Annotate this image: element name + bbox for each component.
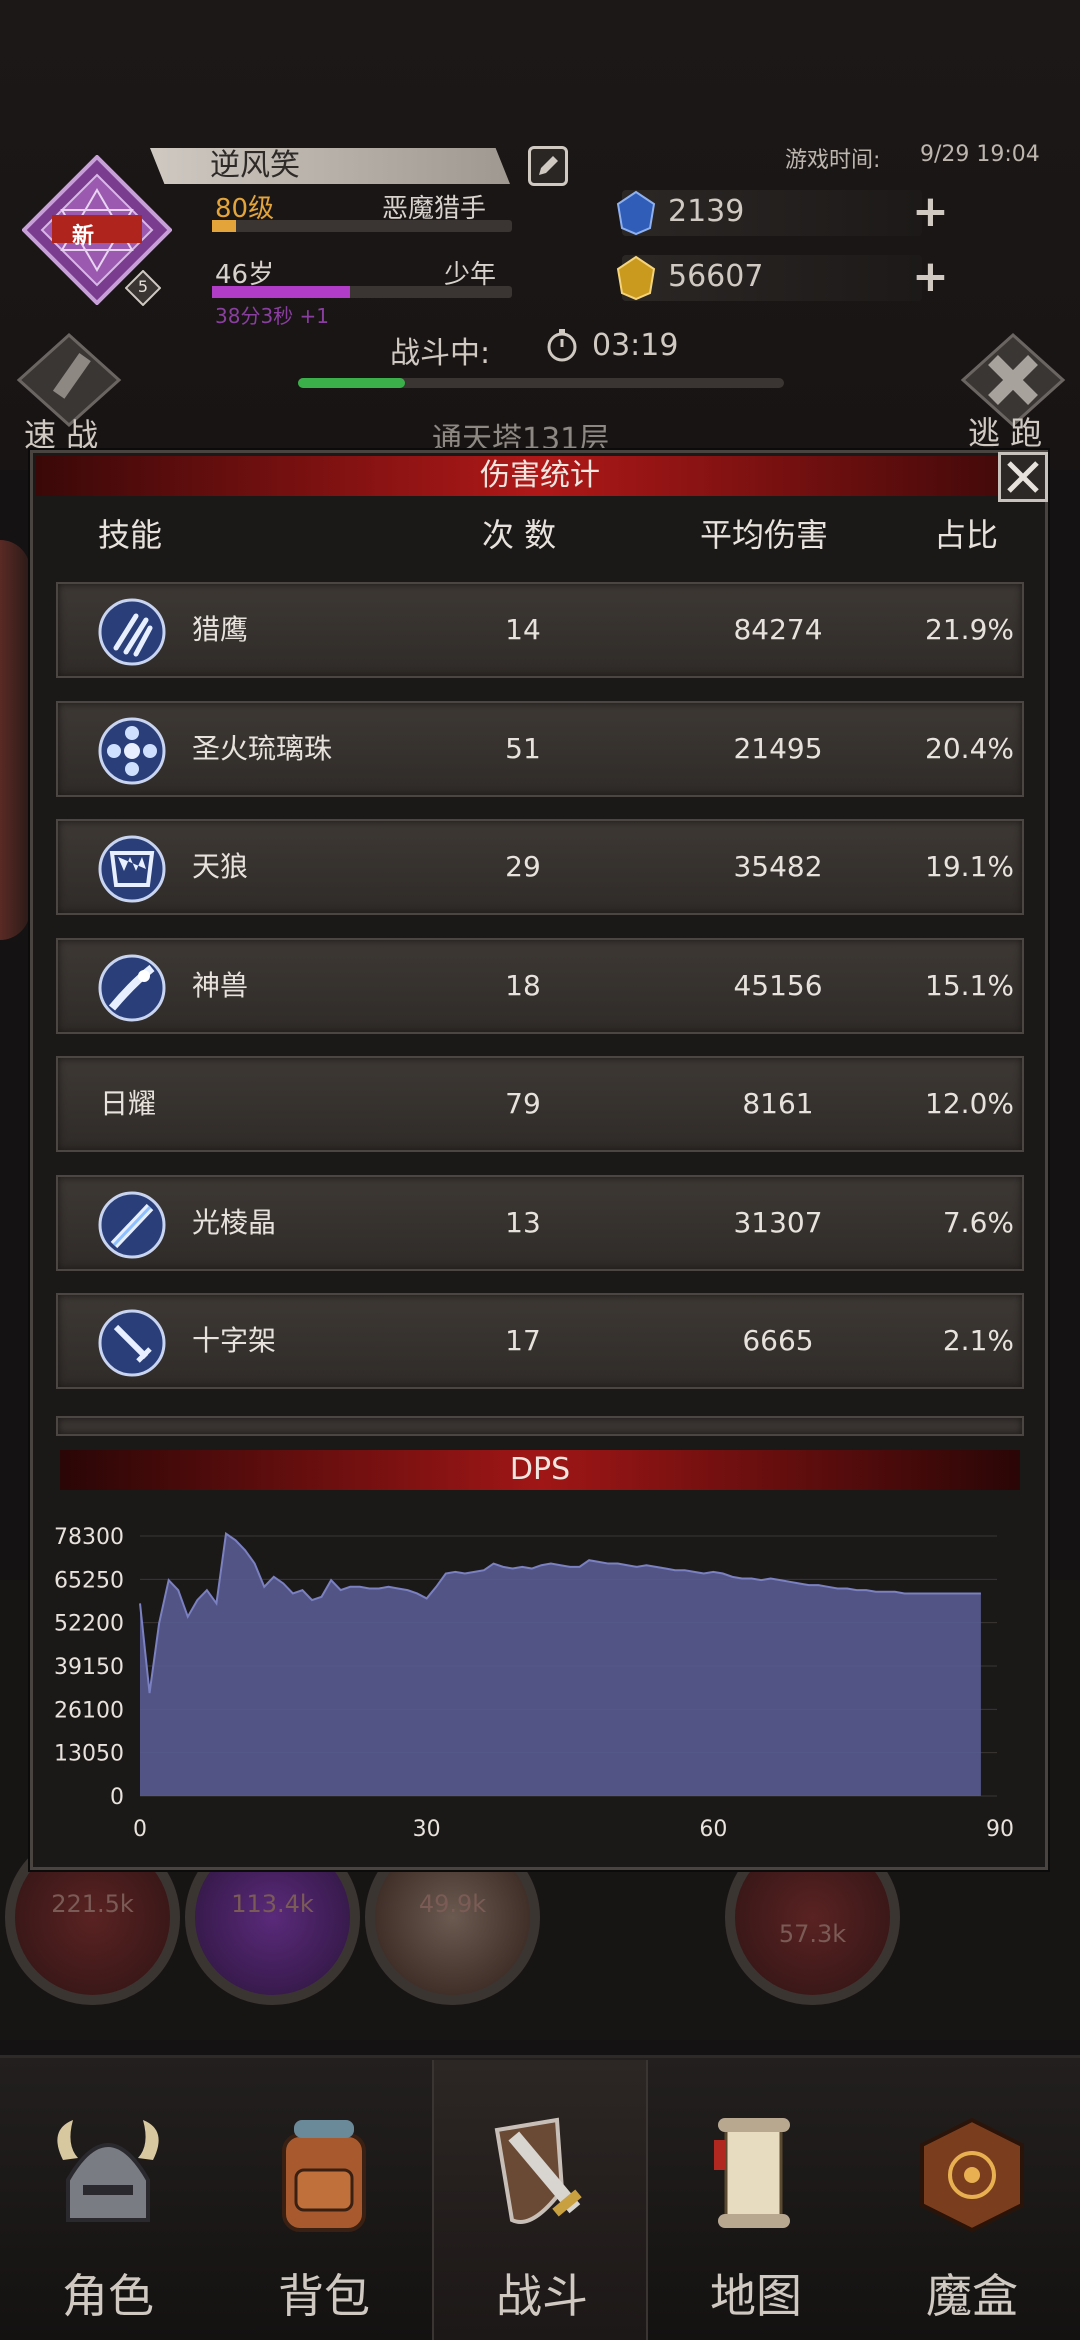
backpack-icon bbox=[282, 2120, 366, 2232]
y-tick-label: 78300 bbox=[54, 1525, 124, 1550]
y-tick-label: 26100 bbox=[54, 1698, 124, 1723]
bubble-value: 113.4k bbox=[231, 1890, 314, 1918]
skill-avg-damage: 35482 bbox=[733, 850, 823, 883]
bubble-value: 49.9k bbox=[418, 1890, 487, 1918]
y-tick-label: 52200 bbox=[54, 1612, 124, 1637]
skill-name: 猎鹰 bbox=[192, 613, 249, 646]
skill-avg-damage: 84274 bbox=[733, 613, 823, 646]
scroll-map-icon bbox=[714, 2118, 790, 2228]
skill-avg-damage: 8161 bbox=[742, 1087, 814, 1120]
y-tick-label: 13050 bbox=[54, 1742, 124, 1767]
y-tick-label: 65250 bbox=[54, 1568, 124, 1593]
skill-count: 18 bbox=[505, 968, 541, 1002]
beast-wave-icon bbox=[98, 954, 166, 1021]
nav-label: 地图 bbox=[710, 2269, 802, 2323]
x-tick-label: 0 bbox=[133, 1817, 147, 1842]
table-row[interactable]: 光棱晶 13 31307 7.6% bbox=[56, 1174, 1024, 1271]
dps-title: DPS bbox=[509, 1452, 571, 1487]
skill-count: 29 bbox=[505, 850, 541, 883]
skill-percent: 12.0% bbox=[925, 1087, 1014, 1120]
skill-percent: 15.1% bbox=[925, 968, 1014, 1002]
x-tick-label: 30 bbox=[413, 1817, 441, 1842]
helmet-icon bbox=[57, 2120, 159, 2222]
x-tick-label: 90 bbox=[986, 1817, 1014, 1842]
skill-percent: 20.4% bbox=[925, 731, 1014, 765]
table-row[interactable]: 十字架 17 6665 2.1% bbox=[56, 1293, 1024, 1389]
bubble-value: 57.3k bbox=[778, 1920, 847, 1948]
table-row[interactable]: 天狼 29 35482 19.1% bbox=[56, 819, 1024, 915]
skill-percent: 2.1% bbox=[942, 1324, 1014, 1357]
nav-map[interactable]: 地图 bbox=[648, 2060, 864, 2340]
skill-name: 圣火琉璃珠 bbox=[192, 731, 333, 765]
nav-label: 背包 bbox=[278, 2269, 370, 2323]
skill-count: 14 bbox=[505, 613, 541, 646]
y-tick-label: 0 bbox=[110, 1785, 124, 1810]
table-row[interactable]: 圣火琉璃珠 51 21495 20.4% bbox=[56, 700, 1024, 797]
nav-label: 魔盒 bbox=[926, 2269, 1018, 2323]
nav-label: 战斗 bbox=[496, 2269, 588, 2323]
nav-bag[interactable]: 背包 bbox=[216, 2060, 432, 2340]
skill-avg-damage: 6665 bbox=[742, 1324, 814, 1357]
sword-shield-icon bbox=[494, 2117, 582, 2224]
skill-table[interactable]: 猎鹰 14 84274 21.9% 圣火琉璃珠 51 21495 20.4% 天狼 29 35482… bbox=[0, 0, 1080, 1440]
table-row[interactable]: 猎鹰 14 84274 21.9% bbox=[56, 582, 1024, 678]
skill-count: 13 bbox=[505, 1205, 541, 1239]
table-row[interactable]: 神兽 18 45156 15.1% bbox=[56, 937, 1024, 1034]
magic-box-icon bbox=[920, 2117, 1024, 2233]
skill-name: 光棱晶 bbox=[192, 1205, 277, 1239]
nav-battle[interactable]: 战斗 bbox=[432, 2060, 648, 2340]
dps-area bbox=[140, 1533, 981, 1796]
skill-name: 神兽 bbox=[192, 968, 249, 1002]
skill-percent: 7.6% bbox=[942, 1205, 1014, 1239]
nav-role[interactable]: 角色 bbox=[0, 2060, 216, 2340]
skill-avg-damage: 31307 bbox=[733, 1205, 823, 1239]
skill-name: 天狼 bbox=[192, 850, 249, 883]
nav-magic-box[interactable]: 魔盒 bbox=[864, 2060, 1080, 2340]
x-tick-label: 60 bbox=[699, 1817, 727, 1842]
table-row-partial bbox=[56, 1416, 1024, 1436]
y-tick-label: 39150 bbox=[54, 1655, 124, 1680]
orb-burst-icon bbox=[98, 717, 166, 784]
skill-percent: 21.9% bbox=[925, 613, 1014, 646]
sword-cross-icon bbox=[98, 1309, 166, 1377]
dps-chart: 0 13050 26100 39150 52200 65250 78300 0 30 60 90 bbox=[54, 1525, 1014, 1842]
skill-percent: 19.1% bbox=[925, 850, 1014, 883]
skill-count: 79 bbox=[505, 1087, 541, 1120]
skill-count: 51 bbox=[505, 731, 541, 765]
table-row[interactable]: 日耀 79 8161 12.0% bbox=[56, 1056, 1024, 1152]
skill-count: 17 bbox=[505, 1324, 541, 1357]
skill-name: 十字架 bbox=[192, 1324, 277, 1357]
claw-strike-icon bbox=[98, 598, 166, 666]
bubble-value: 221.5k bbox=[51, 1890, 134, 1918]
skill-name: 日耀 bbox=[100, 1087, 157, 1120]
nav-label: 角色 bbox=[62, 2269, 154, 2323]
wolf-fang-icon bbox=[98, 835, 166, 903]
skill-avg-damage: 45156 bbox=[733, 968, 823, 1002]
skill-avg-damage: 21495 bbox=[733, 731, 823, 765]
crystal-beam-icon bbox=[98, 1191, 166, 1258]
